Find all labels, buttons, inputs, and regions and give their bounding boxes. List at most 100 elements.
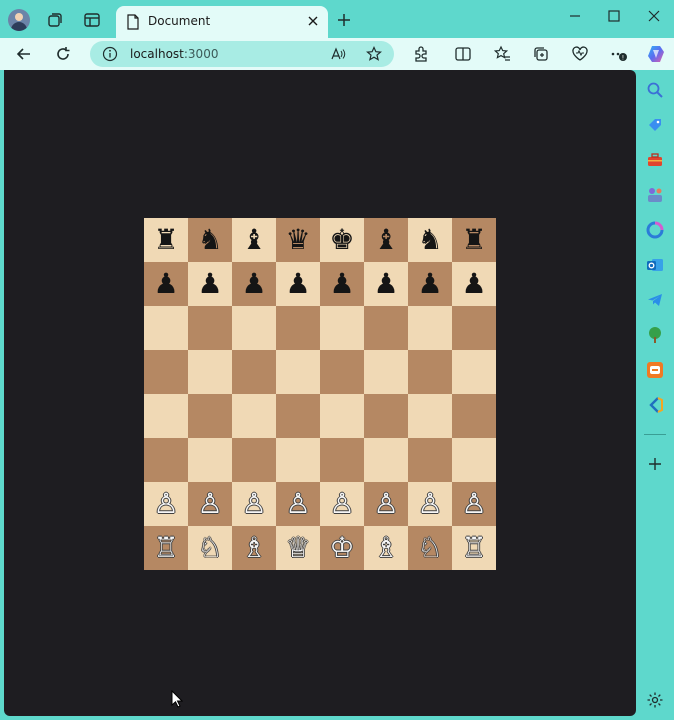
square-c8[interactable]: ♝ <box>232 218 276 262</box>
square-h1[interactable]: ♖ <box>452 526 496 570</box>
square-e4[interactable] <box>320 394 364 438</box>
square-e1[interactable]: ♔ <box>320 526 364 570</box>
black-rook-piece[interactable]: ♜ <box>461 226 486 254</box>
square-h3[interactable] <box>452 438 496 482</box>
square-e5[interactable] <box>320 350 364 394</box>
square-f1[interactable]: ♗ <box>364 526 408 570</box>
square-d1[interactable]: ♕ <box>276 526 320 570</box>
add-icon[interactable] <box>646 455 664 473</box>
square-g5[interactable] <box>408 350 452 394</box>
square-b2[interactable]: ♙ <box>188 482 232 526</box>
white-pawn-piece[interactable]: ♙ <box>329 490 354 518</box>
maximize-icon[interactable] <box>605 7 623 25</box>
app-icon[interactable] <box>646 361 664 379</box>
square-e2[interactable]: ♙ <box>320 482 364 526</box>
white-pawn-piece[interactable]: ♙ <box>461 490 486 518</box>
info-icon[interactable] <box>102 46 118 62</box>
white-bishop-piece[interactable]: ♗ <box>373 534 398 562</box>
black-pawn-piece[interactable]: ♟ <box>197 270 222 298</box>
square-a1[interactable]: ♖ <box>144 526 188 570</box>
profile-avatar[interactable] <box>8 9 30 31</box>
square-f4[interactable] <box>364 394 408 438</box>
square-f6[interactable] <box>364 306 408 350</box>
black-bishop-piece[interactable]: ♝ <box>241 226 266 254</box>
refresh-icon[interactable] <box>53 44 73 64</box>
square-c3[interactable] <box>232 438 276 482</box>
square-a3[interactable] <box>144 438 188 482</box>
close-tab-icon[interactable] <box>306 14 320 28</box>
square-c6[interactable] <box>232 306 276 350</box>
square-d3[interactable] <box>276 438 320 482</box>
square-a7[interactable]: ♟ <box>144 262 188 306</box>
square-h6[interactable] <box>452 306 496 350</box>
white-pawn-piece[interactable]: ♙ <box>417 490 442 518</box>
chess-board[interactable]: ♜ ♞ ♝ ♛ ♚ ♝ ♞ ♜ ♟ ♟ ♟ ♟ ♟ ♟ ♟ ♟ ♙ ♙ ♙ ♙ ♙ ♙ ♙ ♙ ♖ ♘ ♗ ♕ ♔ ♗ ♘ ♖ <box>144 218 496 570</box>
url-text[interactable]: localhost:3000 <box>130 47 218 61</box>
square-e8[interactable]: ♚ <box>320 218 364 262</box>
square-c2[interactable]: ♙ <box>232 482 276 526</box>
new-tab-icon[interactable] <box>336 12 352 28</box>
square-e6[interactable] <box>320 306 364 350</box>
white-rook-piece[interactable]: ♖ <box>461 534 486 562</box>
square-b8[interactable]: ♞ <box>188 218 232 262</box>
workspaces-icon[interactable] <box>46 11 64 29</box>
games-icon[interactable] <box>646 186 664 204</box>
split-screen-icon[interactable] <box>454 45 472 63</box>
square-f7[interactable]: ♟ <box>364 262 408 306</box>
tools-icon[interactable] <box>646 151 664 169</box>
square-c5[interactable] <box>232 350 276 394</box>
white-bishop-piece[interactable]: ♗ <box>241 534 266 562</box>
copilot-icon[interactable] <box>646 44 666 64</box>
square-a2[interactable]: ♙ <box>144 482 188 526</box>
square-d6[interactable] <box>276 306 320 350</box>
white-pawn-piece[interactable]: ♙ <box>241 490 266 518</box>
address-bar[interactable]: localhost:3000 <box>90 41 394 67</box>
square-h7[interactable]: ♟ <box>452 262 496 306</box>
square-g6[interactable] <box>408 306 452 350</box>
square-f5[interactable] <box>364 350 408 394</box>
square-e3[interactable] <box>320 438 364 482</box>
square-b1[interactable]: ♘ <box>188 526 232 570</box>
more-icon[interactable]: ! <box>610 45 628 63</box>
square-f3[interactable] <box>364 438 408 482</box>
square-g4[interactable] <box>408 394 452 438</box>
close-window-icon[interactable] <box>645 7 663 25</box>
square-e7[interactable]: ♟ <box>320 262 364 306</box>
square-b7[interactable]: ♟ <box>188 262 232 306</box>
square-h8[interactable]: ♜ <box>452 218 496 262</box>
square-f8[interactable]: ♝ <box>364 218 408 262</box>
square-a4[interactable] <box>144 394 188 438</box>
shopping-icon[interactable] <box>646 116 664 134</box>
square-a6[interactable] <box>144 306 188 350</box>
vscode-icon[interactable] <box>646 396 664 414</box>
telegram-icon[interactable] <box>646 291 664 309</box>
square-g7[interactable]: ♟ <box>408 262 452 306</box>
white-pawn-piece[interactable]: ♙ <box>373 490 398 518</box>
black-pawn-piece[interactable]: ♟ <box>285 270 310 298</box>
favorite-star-icon[interactable] <box>366 46 382 62</box>
black-pawn-piece[interactable]: ♟ <box>153 270 178 298</box>
square-f2[interactable]: ♙ <box>364 482 408 526</box>
black-knight-piece[interactable]: ♞ <box>197 226 222 254</box>
square-a8[interactable]: ♜ <box>144 218 188 262</box>
tree-icon[interactable] <box>646 326 664 344</box>
black-pawn-piece[interactable]: ♟ <box>373 270 398 298</box>
square-b6[interactable] <box>188 306 232 350</box>
square-d8[interactable]: ♛ <box>276 218 320 262</box>
extensions-icon[interactable] <box>412 45 430 63</box>
square-h4[interactable] <box>452 394 496 438</box>
active-tab[interactable]: Document <box>116 6 328 38</box>
white-knight-piece[interactable]: ♘ <box>417 534 442 562</box>
square-h2[interactable]: ♙ <box>452 482 496 526</box>
read-aloud-icon[interactable] <box>330 46 346 62</box>
black-king-piece[interactable]: ♚ <box>329 226 354 254</box>
collections-icon[interactable] <box>532 45 550 63</box>
square-c1[interactable]: ♗ <box>232 526 276 570</box>
black-bishop-piece[interactable]: ♝ <box>373 226 398 254</box>
black-rook-piece[interactable]: ♜ <box>153 226 178 254</box>
black-pawn-piece[interactable]: ♟ <box>461 270 486 298</box>
white-rook-piece[interactable]: ♖ <box>153 534 178 562</box>
browser-essentials-icon[interactable] <box>571 45 589 63</box>
white-knight-piece[interactable]: ♘ <box>197 534 222 562</box>
square-g3[interactable] <box>408 438 452 482</box>
